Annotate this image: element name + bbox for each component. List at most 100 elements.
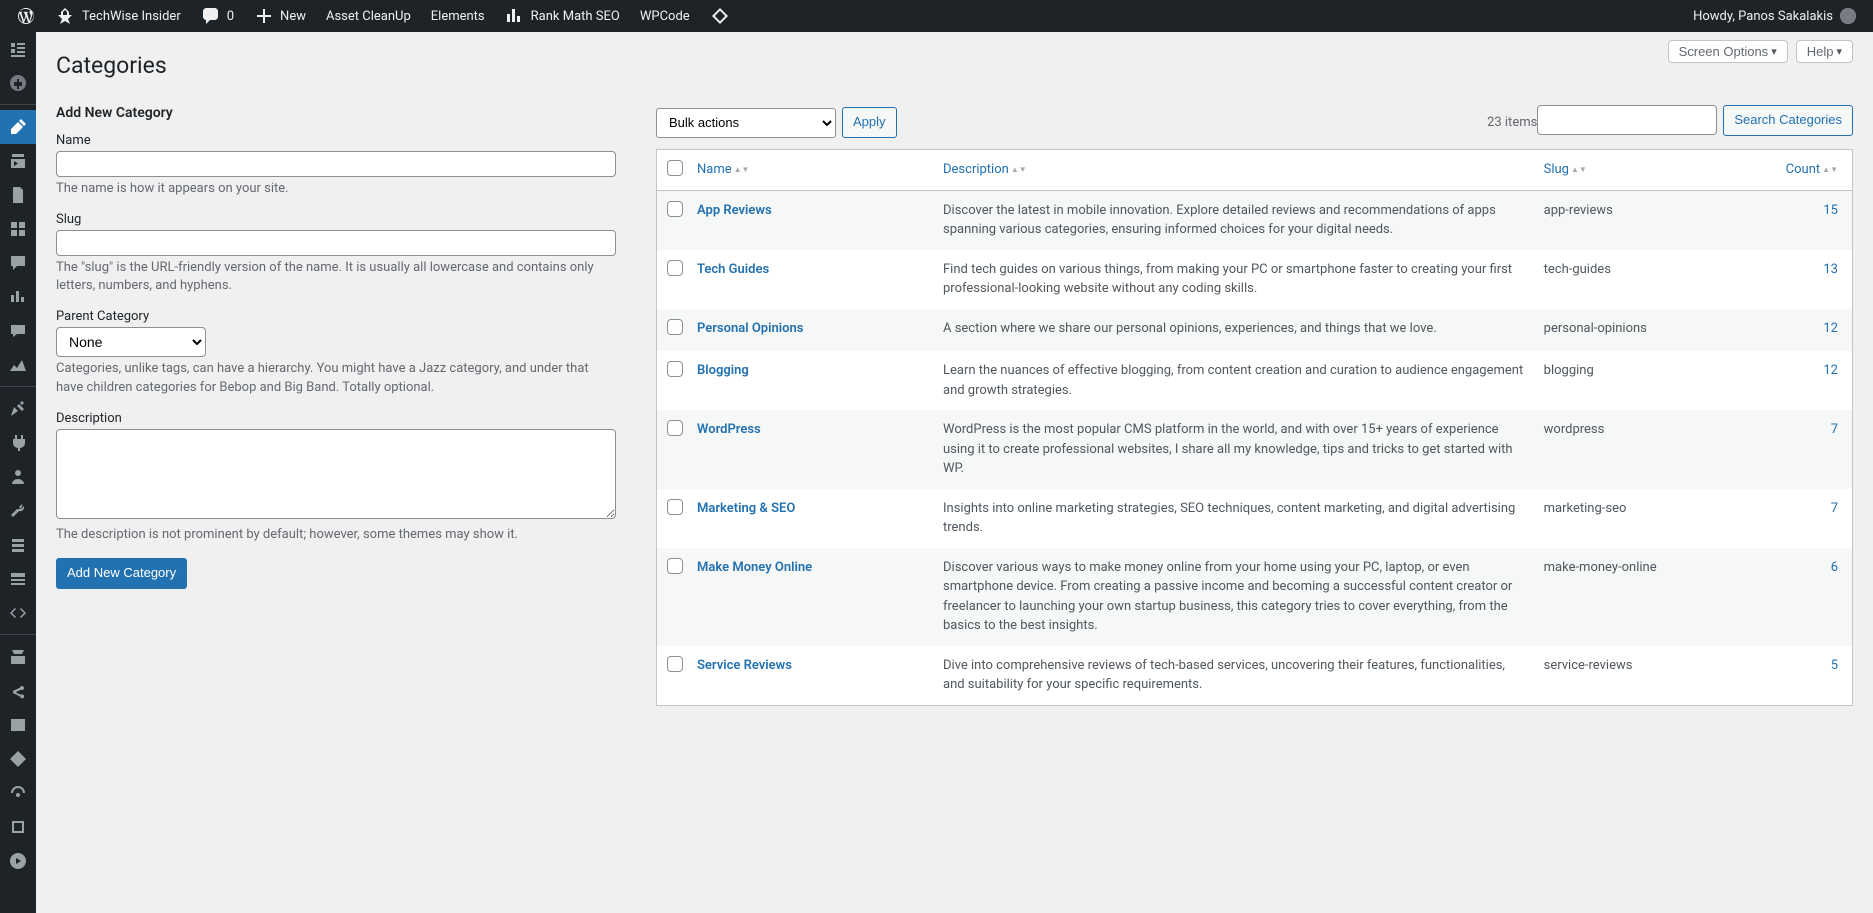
category-name-link[interactable]: Personal Opinions [697,321,803,336]
slug-label: Slug [56,212,616,227]
screen-options-button[interactable]: Screen Options▾ [1668,40,1788,63]
menu-feedback[interactable] [0,314,36,348]
menu-rankmath[interactable] [0,348,36,382]
description-desc: The description is not prominent by defa… [56,526,616,544]
menu-generic1[interactable] [0,640,36,674]
category-count-link[interactable]: 12 [1823,363,1838,378]
help-button[interactable]: Help▾ [1796,40,1853,63]
row-checkbox[interactable] [667,656,683,672]
bulk-actions-select[interactable]: Bulk actions [656,108,836,138]
category-count-link[interactable]: 5 [1831,658,1838,673]
category-name-link[interactable]: Make Money Online [697,560,812,575]
sort-icon: ▲▼ [1822,168,1838,172]
table-row: Service Reviews Dive into comprehensive r… [657,646,1852,705]
row-checkbox[interactable] [667,260,683,276]
elements-link[interactable]: Elements [423,0,493,32]
category-name-link[interactable]: App Reviews [697,203,772,218]
menu-comments[interactable] [0,246,36,280]
table-row: Make Money OnlineDiscover various ways t… [657,548,1852,646]
category-name-link[interactable]: Marketing & SEO [697,501,795,516]
row-checkbox[interactable] [667,361,683,377]
menu-users[interactable] [0,460,36,494]
menu-code[interactable] [0,596,36,630]
category-slug: app-reviews [1534,191,1776,250]
table-row: BloggingLearn the nuances of effective b… [657,351,1852,410]
table-row: Personal OpinionsA section where we shar… [657,309,1852,352]
menu-pages[interactable] [0,178,36,212]
comments-count: 0 [227,9,234,24]
row-checkbox[interactable] [667,499,683,515]
category-name-link[interactable]: Service Reviews [697,658,792,673]
row-checkbox[interactable] [667,201,683,217]
category-count-link[interactable]: 7 [1831,501,1838,516]
row-checkbox[interactable] [667,558,683,574]
category-description: Find tech guides on various things, from… [933,250,1534,309]
table-row: WordPressWordPress is the most popular C… [657,410,1852,489]
menu-generic2[interactable] [0,810,36,844]
col-description-sort[interactable]: Description ▲▼ [943,162,1027,177]
parent-select[interactable]: None [56,327,206,357]
category-slug: blogging [1534,351,1776,410]
menu-performance[interactable] [0,776,36,810]
category-count-link[interactable]: 13 [1823,262,1838,277]
category-name-link[interactable]: Blogging [697,363,749,378]
sort-icon: ▲▼ [1011,168,1027,172]
menu-play[interactable] [0,844,36,878]
col-slug-sort[interactable]: Slug ▲▼ [1544,162,1587,177]
chevron-down-icon: ▾ [1771,45,1777,58]
search-categories-button[interactable]: Search Categories [1723,105,1853,136]
menu-posts[interactable] [0,110,36,144]
category-count-link[interactable]: 12 [1823,321,1838,336]
wpcode-link[interactable]: WPCode [632,0,698,32]
diamond-icon[interactable] [702,0,738,32]
search-input[interactable] [1537,105,1717,135]
menu-share[interactable] [0,674,36,708]
page-title: Categories [56,42,1853,85]
menu-dashboard[interactable] [0,32,36,66]
category-count-link[interactable]: 15 [1823,203,1838,218]
rankmath-link[interactable]: Rank Math SEO [497,0,628,32]
menu-diamond[interactable] [0,742,36,776]
menu-tools[interactable] [0,494,36,528]
menu-images[interactable] [0,708,36,742]
wp-logo[interactable] [8,0,44,32]
name-label: Name [56,133,616,148]
apply-button[interactable]: Apply [842,107,897,138]
categories-table: Name ▲▼ Description ▲▼ Slug ▲▼ Count ▲▼ … [656,149,1853,706]
col-name-sort[interactable]: Name ▲▼ [697,162,749,177]
description-textarea[interactable] [56,429,616,519]
menu-appearance[interactable] [0,392,36,426]
select-all-checkbox[interactable] [667,160,683,176]
category-count-link[interactable]: 6 [1831,560,1838,575]
parent-desc: Categories, unlike tags, can have a hier… [56,360,616,396]
menu-plugins[interactable] [0,426,36,460]
description-label: Description [56,411,616,426]
category-name-link[interactable]: WordPress [697,422,761,437]
category-description: Dive into comprehensive reviews of tech-… [933,646,1534,705]
menu-settings-alt[interactable] [0,528,36,562]
asset-cleanup-link[interactable]: Asset CleanUp [318,0,419,32]
new-content-link[interactable]: New [246,0,314,32]
sort-icon: ▲▼ [734,168,750,172]
site-name-link[interactable]: TechWise Insider [48,0,189,32]
add-category-button[interactable]: Add New Category [56,558,187,589]
category-slug: service-reviews [1534,646,1776,705]
sort-icon: ▲▼ [1571,168,1587,172]
menu-analytics[interactable] [0,280,36,314]
site-name-label: TechWise Insider [82,9,181,24]
row-checkbox[interactable] [667,319,683,335]
category-count-link[interactable]: 7 [1831,422,1838,437]
admin-sidebar [0,32,36,913]
comments-link[interactable]: 0 [193,0,242,32]
category-slug: marketing-seo [1534,489,1776,548]
name-input[interactable] [56,151,616,177]
category-name-link[interactable]: Tech Guides [697,262,769,277]
howdy-account[interactable]: Howdy, Panos Sakalakis [1685,0,1865,32]
row-checkbox[interactable] [667,420,683,436]
menu-blocks[interactable] [0,212,36,246]
menu-settings[interactable] [0,562,36,596]
slug-input[interactable] [56,230,616,256]
menu-sitekit[interactable] [0,66,36,100]
menu-media[interactable] [0,144,36,178]
col-count-sort[interactable]: Count ▲▼ [1786,162,1838,177]
